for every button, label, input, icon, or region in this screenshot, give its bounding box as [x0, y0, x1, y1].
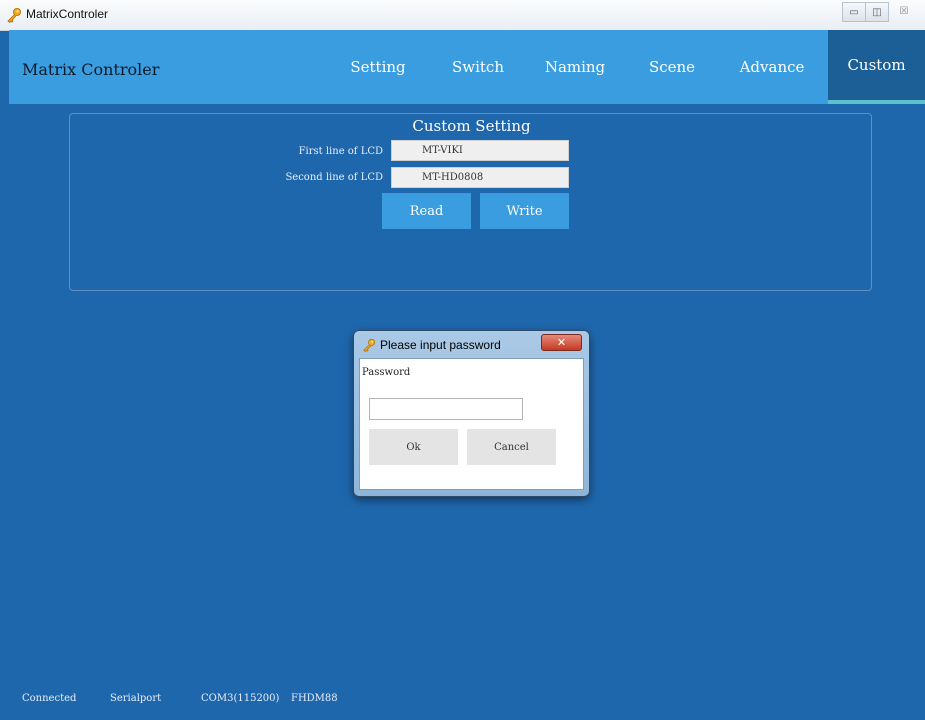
restore-button[interactable]: ◫	[866, 2, 889, 22]
nav-bar: Matrix Controler Setting Switch Naming S…	[9, 30, 925, 104]
panel-title: Custom Setting	[412, 117, 531, 135]
tab-switch[interactable]: Switch	[435, 30, 521, 104]
minimize-button[interactable]: ▭	[842, 2, 866, 22]
write-button[interactable]: Write	[480, 193, 569, 229]
dialog-body: Password Ok Cancel	[359, 358, 584, 490]
tab-advance[interactable]: Advance	[727, 30, 817, 104]
ok-button[interactable]: Ok	[369, 429, 458, 465]
tab-custom[interactable]: Custom	[828, 30, 925, 104]
title-bar: MatrixControler ▭ ◫ ☒	[0, 0, 925, 31]
dialog-title: Please input password	[380, 338, 501, 352]
second-line-input[interactable]: MT-HD0808	[391, 167, 569, 188]
custom-setting-panel: Custom Setting First line of LCD MT-VIKI…	[69, 113, 872, 291]
password-label: Password	[362, 367, 411, 378]
password-input[interactable]	[369, 398, 523, 420]
first-line-input[interactable]: MT-VIKI	[391, 140, 569, 161]
key-icon	[363, 338, 376, 352]
password-dialog: Please input password ✕ Password Ok Canc…	[354, 331, 589, 496]
read-button[interactable]: Read	[382, 193, 471, 229]
first-line-label: First line of LCD	[298, 146, 383, 157]
tab-naming[interactable]: Naming	[532, 30, 618, 104]
app-brand: Matrix Controler	[22, 60, 160, 79]
tab-setting[interactable]: Setting	[335, 30, 421, 104]
dialog-close-button[interactable]: ✕	[541, 334, 582, 351]
window-title: MatrixControler	[26, 7, 109, 21]
cancel-button[interactable]: Cancel	[467, 429, 556, 465]
status-connection: Connected	[22, 693, 77, 704]
status-device: FHDM88	[291, 693, 338, 704]
window-controls: ▭ ◫ ☒	[842, 2, 919, 22]
close-button[interactable]: ☒	[889, 2, 919, 20]
key-icon	[7, 8, 21, 23]
status-port-type: Serialport	[110, 693, 162, 704]
tab-scene[interactable]: Scene	[629, 30, 715, 104]
status-port: COM3(115200)	[201, 693, 280, 704]
app-window: MatrixControler ▭ ◫ ☒ Matrix Controler S…	[0, 0, 925, 720]
second-line-label: Second line of LCD	[285, 172, 383, 183]
